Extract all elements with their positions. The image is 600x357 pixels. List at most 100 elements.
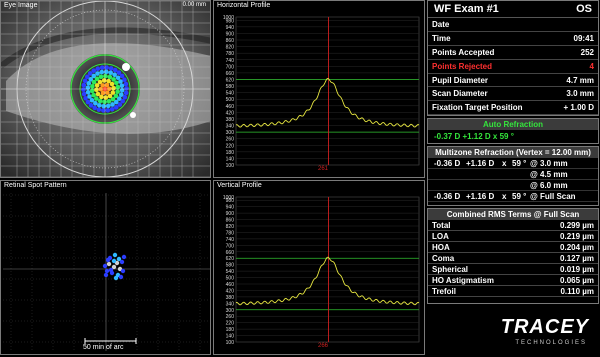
retinal-spot-pattern-panel: Retinal Spot Pattern 50 min of arc [0, 180, 211, 355]
wavefront-spot [109, 106, 115, 112]
y-tick-label: 380 [226, 117, 235, 123]
exam-row-value: 4.7 mm [566, 75, 594, 85]
y-tick-label: 540 [226, 269, 235, 275]
rms-value: 0.065 µm [560, 275, 594, 285]
auto-refraction-panel: Auto Refraction -0.37 D +1.12 D x 59 ° [427, 118, 599, 144]
y-tick-label: 900 [226, 211, 235, 217]
retina-spot [111, 258, 117, 264]
y-tick-label: 340 [226, 124, 235, 130]
retina-spot [116, 256, 122, 262]
retina-spot [112, 252, 118, 258]
eye-image-title: Eye Image [4, 2, 38, 9]
y-tick-label: 900 [226, 31, 235, 37]
y-tick-label: 860 [226, 38, 235, 44]
multizone-at: @ [530, 180, 538, 190]
y-tick-label: 380 [226, 295, 235, 301]
wavefront-spot [96, 107, 102, 112]
profile-curve [235, 77, 420, 128]
exam-row: Scan Diameter 3.0 mm [428, 87, 598, 102]
wavefront-spot [103, 69, 109, 75]
wavefront-spot [119, 73, 125, 79]
y-tick-label: 100 [226, 340, 235, 346]
multizone-at: @ [530, 169, 538, 179]
rms-label: LOA [432, 231, 449, 241]
retina-spot [121, 254, 127, 260]
vertical-profile-title: Vertical Profile [217, 182, 262, 189]
rms-label: Spherical [432, 264, 469, 274]
wavefront-spot [89, 97, 95, 103]
rms-row: HO Astigmatism 0.065 µm [428, 275, 598, 286]
exam-row-value: 252 [580, 47, 594, 57]
y-tick-label: 820 [226, 45, 235, 51]
y-tick-label: 340 [226, 301, 235, 307]
retina-spot [103, 272, 109, 278]
multizone-row: -0.36 D +1.16 D x 59 ° @ Full Scan [428, 191, 598, 202]
y-tick-label: 700 [226, 64, 235, 70]
y-tick-label: 580 [226, 263, 235, 269]
wavefront-spot [85, 99, 91, 105]
exam-row: Fixation Target Position + 1.00 D [428, 101, 598, 116]
y-tick-label: 460 [226, 104, 235, 110]
rms-row: Spherical 0.019 µm [428, 264, 598, 275]
vertical-profile-panel: Vertical Profile 1000 980 940 900 860 820 780 7… [213, 180, 425, 355]
exam-row-value: 4 [589, 61, 594, 71]
profile-curve [235, 256, 420, 306]
y-tick-label: 260 [226, 314, 235, 320]
wavefront-spot [118, 92, 124, 97]
y-tick-label: 820 [226, 224, 235, 230]
wavefront-spot [103, 95, 109, 100]
rms-label: Coma [432, 253, 455, 263]
multizone-x: x [502, 191, 507, 201]
multizone-row: @6.0 mm [428, 180, 598, 191]
wavefront-spot [99, 65, 105, 70]
rms-value: 0.204 µm [560, 242, 594, 252]
wavefront-spot [114, 80, 119, 86]
multizone-zone: 6.0 mm [540, 180, 568, 190]
multizone-zone: Full Scan [540, 191, 576, 201]
y-tick-label: 740 [226, 58, 235, 64]
exam-row: Date [428, 18, 598, 32]
exam-row-label: Pupil Diameter [432, 75, 489, 85]
scale-readout: 0.00 mm [182, 2, 206, 8]
wavefront-spot [95, 91, 101, 97]
y-tick-label: 180 [226, 150, 235, 156]
multizone-cyl: +1.16 D [466, 158, 495, 168]
y-tick-label: 620 [226, 256, 235, 262]
multizone-x: x [502, 158, 507, 168]
vertical-marker-label: 266 [318, 343, 329, 349]
eye-side: OS [576, 3, 592, 15]
multizone-at: @ [530, 191, 538, 201]
horizontal-profile-title: Horizontal Profile [217, 2, 271, 9]
wavefront-spot [105, 103, 111, 109]
rms-value: 0.110 µm [560, 286, 594, 296]
rms-row: HOA 0.204 µm [428, 242, 598, 253]
wavefront-spot [99, 69, 105, 75]
multizone-sph: -0.36 D [434, 158, 461, 168]
retina-spot [102, 263, 108, 269]
wavefront-spot [108, 70, 113, 76]
y-tick-label: 940 [226, 205, 235, 211]
wavefront-spot [86, 81, 92, 86]
y-tick-label: 980 [226, 198, 235, 204]
y-tick-label: 740 [226, 237, 235, 243]
rms-title: Combined RMS Terms @ Full Scan [428, 209, 598, 220]
y-tick-label: 300 [226, 130, 235, 136]
wavefront-spot [119, 87, 125, 93]
horizontal-marker-label: 261 [318, 166, 329, 172]
rms-label: Trefoil [432, 286, 457, 296]
exam-row-label: Scan Diameter [432, 89, 488, 99]
wavefront-spot [123, 90, 129, 96]
y-tick-label: 780 [226, 230, 235, 236]
multizone-refraction-panel: Multizone Refraction (Vertex = 12.00 mm)… [427, 146, 599, 206]
wavefront-spot [101, 103, 107, 109]
rms-value: 0.299 µm [560, 220, 594, 230]
y-tick-label: 300 [226, 308, 235, 314]
retina-spot [113, 275, 119, 281]
exam-row-value: 3.0 mm [566, 89, 594, 99]
wavefront-spot [108, 66, 114, 71]
wavefront-spot [122, 77, 127, 83]
wavefront-spot [85, 89, 91, 95]
wavefront-spot [81, 82, 87, 88]
wavefront-spot [107, 74, 113, 80]
wavefront-spot [95, 71, 100, 76]
